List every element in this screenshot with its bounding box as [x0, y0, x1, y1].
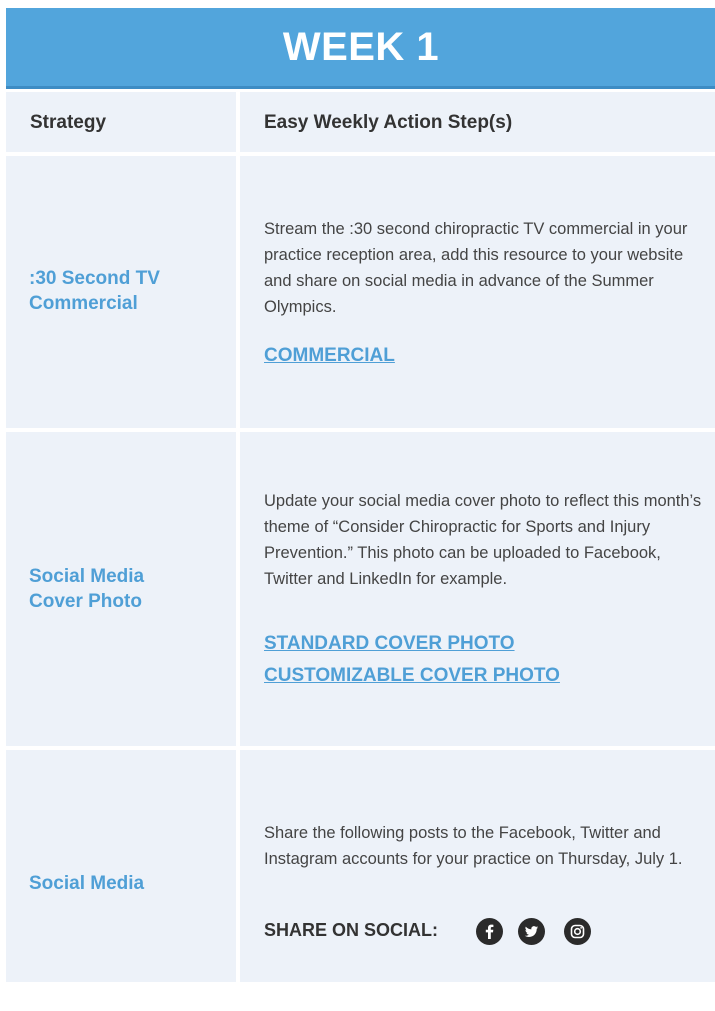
strategy-tv-commercial: :30 Second TV Commercial — [29, 268, 160, 314]
twitter-glyph — [524, 926, 538, 937]
share-on-social-label: SHARE ON SOCIAL: — [264, 920, 439, 940]
description-cover-photo: Update your social media cover photo to … — [264, 492, 702, 588]
column-header-action: Easy Weekly Action Step(s) — [264, 112, 513, 133]
column-header-strategy: Strategy — [30, 112, 107, 133]
strategy-cover-photo: Social Media Cover Photo — [29, 566, 145, 612]
facebook-icon[interactable] — [476, 918, 503, 945]
header-cell-action: Easy Weekly Action Step(s) — [240, 92, 715, 152]
week-title: WEEK 1 — [282, 24, 440, 69]
instagram-icon[interactable] — [564, 918, 591, 945]
row-3-strategy-cell — [6, 750, 236, 982]
commercial-link[interactable]: COMMERCIAL — [264, 345, 395, 367]
facebook-glyph — [485, 924, 494, 939]
standard-cover-photo-link[interactable]: STANDARD COVER PHOTO — [264, 633, 515, 655]
header-cell-strategy: Strategy — [6, 92, 236, 152]
instagram-glyph — [570, 924, 585, 939]
twitter-icon[interactable] — [518, 918, 545, 945]
strategy-social-media: Social Media — [29, 873, 145, 894]
week-header: WEEK 1 — [6, 8, 715, 89]
description-tv-commercial: Stream the :30 second chiropractic TV co… — [264, 220, 688, 316]
description-social-media: Share the following posts to the Faceboo… — [264, 824, 683, 868]
customizable-cover-photo-link[interactable]: CUSTOMIZABLE COVER PHOTO — [264, 665, 560, 687]
